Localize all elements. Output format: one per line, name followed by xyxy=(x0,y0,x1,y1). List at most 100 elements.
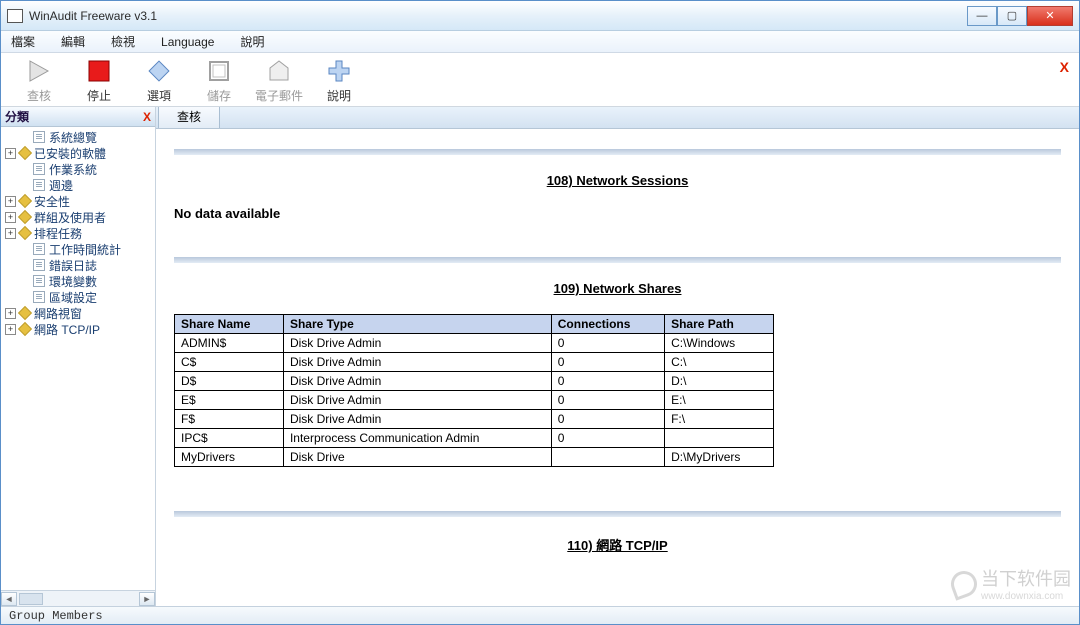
page-icon xyxy=(33,275,45,287)
toolbar-close-icon[interactable]: X xyxy=(1060,59,1069,75)
table-row[interactable]: E$Disk Drive Admin0E:\ xyxy=(175,391,774,410)
close-button[interactable]: ✕ xyxy=(1027,6,1073,26)
tool-save-label: 儲存 xyxy=(207,87,231,104)
folder-diamond-icon xyxy=(18,226,32,240)
twist-spacer xyxy=(18,244,29,255)
tree-item-label: 週邊 xyxy=(49,177,73,194)
table-cell: Interprocess Communication Admin xyxy=(283,429,551,448)
tree-item[interactable]: 區域設定 xyxy=(3,289,155,305)
no-data-label: No data available xyxy=(174,206,1061,221)
tree-item-label: 作業系統 xyxy=(49,161,97,178)
tool-help[interactable]: 說明 xyxy=(309,57,369,104)
tree[interactable]: 系統總覽 + 已安裝的軟體作業系統週邊+安全性+群組及使用者+排程任務工作時間統計錯… xyxy=(1,127,155,590)
menu-view[interactable]: 檢視 xyxy=(111,33,135,50)
table-cell: 0 xyxy=(551,372,664,391)
save-icon xyxy=(205,57,233,85)
page-icon xyxy=(33,243,45,255)
tree-item-label: 工作時間統計 xyxy=(49,241,121,258)
tree-item[interactable]: +群組及使用者 xyxy=(3,209,155,225)
table-row[interactable]: IPC$Interprocess Communication Admin0 xyxy=(175,429,774,448)
sidebar-close-icon[interactable]: X xyxy=(143,110,151,124)
menu-language[interactable]: Language xyxy=(161,35,214,49)
sidebar-hscroll[interactable]: ◄ ► xyxy=(1,590,155,606)
tree-item[interactable]: 作業系統 xyxy=(3,161,155,177)
tool-stop[interactable]: 停止 xyxy=(69,57,129,104)
expand-icon[interactable]: + xyxy=(5,308,16,319)
table-cell: Disk Drive Admin xyxy=(283,410,551,429)
section-110-title: 110) 網路 TCP/IP xyxy=(174,535,1061,554)
table-cell: 0 xyxy=(551,429,664,448)
menu-file[interactable]: 檔案 xyxy=(11,33,35,50)
separator xyxy=(174,511,1061,517)
tree-item[interactable]: 週邊 xyxy=(3,177,155,193)
tree-item[interactable]: 錯誤日誌 xyxy=(3,257,155,273)
twist-spacer xyxy=(18,276,29,287)
table-row[interactable]: ADMIN$Disk Drive Admin0C:\Windows xyxy=(175,334,774,353)
scroll-thumb[interactable] xyxy=(19,593,43,605)
app-window: WinAudit Freeware v3.1 — ▢ ✕ 檔案 編輯 檢視 La… xyxy=(0,0,1080,625)
expand-icon[interactable]: + xyxy=(5,228,16,239)
sidebar-header: 分類 X xyxy=(1,107,155,127)
app-icon xyxy=(7,9,23,23)
table-cell: D$ xyxy=(175,372,284,391)
table-cell: C:\ xyxy=(665,353,774,372)
table-cell: C$ xyxy=(175,353,284,372)
table-cell: Disk Drive Admin xyxy=(283,372,551,391)
tree-item[interactable]: +安全性 xyxy=(3,193,155,209)
table-cell: F$ xyxy=(175,410,284,429)
table-header: Share Type xyxy=(283,315,551,334)
table-row[interactable]: C$Disk Drive Admin0C:\ xyxy=(175,353,774,372)
tree-item[interactable]: +網路視窗 xyxy=(3,305,155,321)
tree-item-label: 已安裝的軟體 xyxy=(34,145,106,162)
tree-item[interactable]: +網路 TCP/IP xyxy=(3,321,155,337)
tree-item[interactable]: + 已安裝的軟體 xyxy=(3,145,155,161)
tool-email[interactable]: 電子郵件 xyxy=(249,57,309,104)
table-cell xyxy=(665,429,774,448)
tabstrip: 查核 xyxy=(156,107,1079,129)
tree-item[interactable]: +排程任務 xyxy=(3,225,155,241)
minimize-button[interactable]: — xyxy=(967,6,997,26)
menu-help[interactable]: 說明 xyxy=(240,33,264,50)
table-cell: 0 xyxy=(551,410,664,429)
table-cell: 0 xyxy=(551,391,664,410)
table-cell: Disk Drive Admin xyxy=(283,334,551,353)
tool-save[interactable]: 儲存 xyxy=(189,57,249,104)
table-header: Share Path xyxy=(665,315,774,334)
table-cell: C:\Windows xyxy=(665,334,774,353)
page-icon xyxy=(33,163,45,175)
page-icon xyxy=(33,131,45,143)
tree-item[interactable]: 系統總覽 xyxy=(3,129,155,145)
plus-icon xyxy=(325,57,353,85)
table-cell: IPC$ xyxy=(175,429,284,448)
maximize-button[interactable]: ▢ xyxy=(997,6,1027,26)
tree-item[interactable]: 工作時間統計 xyxy=(3,241,155,257)
table-cell: F:\ xyxy=(665,410,774,429)
diamond-icon xyxy=(145,57,173,85)
tree-item-label: 系統總覽 xyxy=(49,129,97,146)
expand-icon[interactable]: + xyxy=(5,212,16,223)
tree-item[interactable]: 環境變數 xyxy=(3,273,155,289)
scroll-right-icon[interactable]: ► xyxy=(139,592,155,606)
table-row[interactable]: F$Disk Drive Admin0F:\ xyxy=(175,410,774,429)
tool-audit-label: 查核 xyxy=(27,87,51,104)
twist-spacer xyxy=(18,292,29,303)
tool-options[interactable]: 選項 xyxy=(129,57,189,104)
folder-diamond-icon xyxy=(18,322,32,336)
expand-icon[interactable]: + xyxy=(5,324,16,335)
tab-audit[interactable]: 查核 xyxy=(158,104,220,128)
twist-spacer xyxy=(18,180,29,191)
tree-item-label: 環境變數 xyxy=(49,273,97,290)
menu-edit[interactable]: 編輯 xyxy=(61,33,85,50)
table-row[interactable]: D$Disk Drive Admin0D:\ xyxy=(175,372,774,391)
menubar: 檔案 編輯 檢視 Language 說明 xyxy=(1,31,1079,53)
folder-diamond-icon xyxy=(18,210,32,224)
expand-icon[interactable]: + xyxy=(5,196,16,207)
content-area[interactable]: 108) Network Sessions No data available … xyxy=(156,129,1079,606)
tool-audit[interactable]: 查核 xyxy=(9,57,69,104)
table-cell: Disk Drive Admin xyxy=(283,391,551,410)
table-cell: E:\ xyxy=(665,391,774,410)
expand-icon[interactable]: + xyxy=(5,148,16,159)
table-row[interactable]: MyDriversDisk DriveD:\MyDrivers xyxy=(175,448,774,467)
table-cell: D:\MyDrivers xyxy=(665,448,774,467)
scroll-left-icon[interactable]: ◄ xyxy=(1,592,17,606)
